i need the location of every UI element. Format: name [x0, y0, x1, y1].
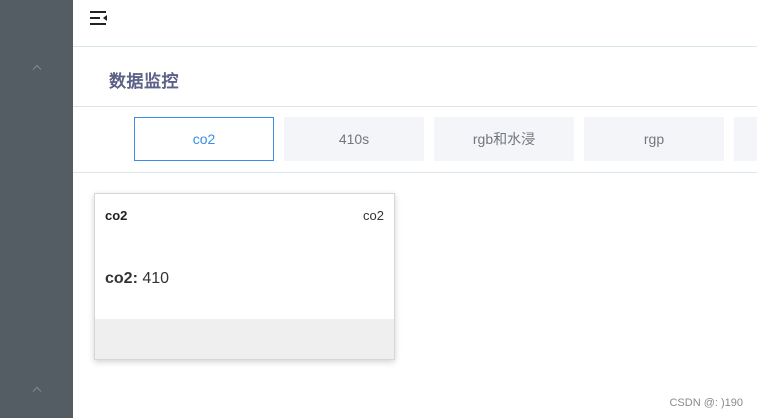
tab-rgb-water[interactable]: rgb和水浸 — [434, 117, 574, 161]
reading-key: co2: — [105, 270, 138, 287]
tab-overflow[interactable] — [734, 117, 757, 161]
card-footer — [95, 319, 394, 359]
reading-value: 410 — [142, 270, 170, 287]
sensor-card[interactable]: co2 co2 co2: 410 — [94, 193, 395, 360]
page-header: 数据监控 — [73, 47, 757, 107]
tab-rgp[interactable]: rgp — [584, 117, 724, 161]
watermark: CSDN @: )190 — [669, 397, 743, 409]
menu-fold-icon[interactable] — [90, 10, 108, 26]
device-tabs: co2 410s rgb和水浸 rgp — [73, 107, 757, 173]
tab-co2[interactable]: co2 — [134, 117, 274, 161]
tab-410s[interactable]: 410s — [284, 117, 424, 161]
card-title: co2 — [105, 208, 128, 223]
sidebar — [0, 0, 73, 418]
chevron-up-icon[interactable] — [32, 386, 42, 396]
page-title: 数据监控 — [109, 72, 179, 91]
chevron-up-icon[interactable] — [32, 64, 42, 74]
sensor-reading: co2: 410 — [105, 270, 169, 288]
card-type-label: co2 — [363, 208, 384, 223]
top-navbar — [73, 0, 757, 47]
